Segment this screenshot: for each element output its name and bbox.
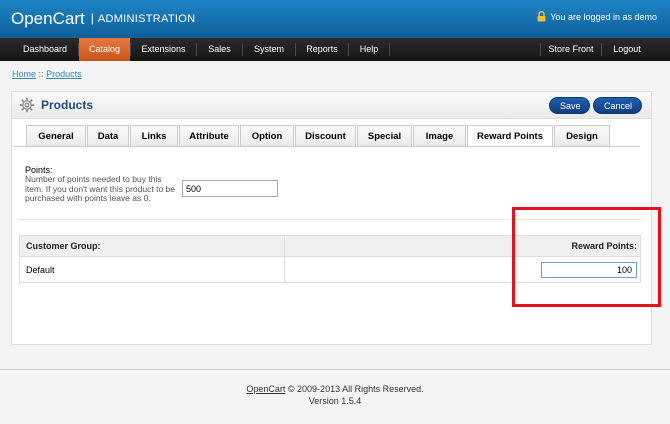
points-input[interactable] — [182, 180, 278, 197]
breadcrumb: Home :: Products — [12, 69, 82, 79]
tab-attribute[interactable]: Attribute — [179, 125, 239, 146]
menu-item-reports[interactable]: Reports — [296, 38, 348, 61]
menu-item-store-front[interactable]: Store Front — [541, 38, 601, 61]
menu-item-dashboard[interactable]: Dashboard — [10, 38, 80, 61]
gear-icon — [19, 97, 35, 113]
tab-special[interactable]: Special — [357, 125, 412, 146]
points-help-text: Number of points needed to buy this item… — [25, 174, 175, 203]
box-heading: Products Save Cancel — [12, 92, 651, 119]
tab-baseline — [14, 146, 640, 147]
footer-divider — [0, 369, 670, 370]
login-text: You are logged in as demo — [550, 11, 657, 22]
breadcrumb-home-link[interactable]: Home — [12, 69, 36, 79]
tab-design[interactable]: Design — [554, 125, 610, 146]
menu-item-help[interactable]: Help — [349, 38, 389, 61]
logo-separator: | — [90, 11, 94, 25]
customer-group-header: Customer Group: — [26, 241, 101, 251]
tab-option[interactable]: Option — [240, 125, 294, 146]
customer-group-cell: Default — [26, 265, 55, 275]
footer-copyright: © 2009-2013 All Rights Reserved. — [285, 384, 424, 394]
lock-icon — [537, 11, 546, 22]
breadcrumb-separator: :: — [38, 69, 44, 79]
save-button[interactable]: Save — [549, 97, 590, 114]
admin-label: ADMINISTRATION — [97, 13, 196, 25]
menu-item-sales[interactable]: Sales — [197, 38, 242, 61]
menu-item-system[interactable]: System — [243, 38, 295, 61]
tab-links[interactable]: Links — [130, 125, 178, 146]
column-divider — [284, 236, 285, 282]
tab-data[interactable]: Data — [87, 125, 129, 146]
menu-item-extensions[interactable]: Extensions — [131, 38, 196, 61]
highlight-box — [512, 207, 661, 307]
tab-reward-points[interactable]: Reward Points — [467, 125, 553, 147]
footer-version: Version 1.5.4 — [308, 396, 362, 406]
tab-discount[interactable]: Discount — [295, 125, 356, 146]
footer-copyright-line: OpenCart © 2009-2013 All Rights Reserved… — [0, 383, 670, 395]
logo-text: OpenCart — [11, 9, 85, 28]
tab-general[interactable]: General — [26, 125, 86, 146]
footer: OpenCart © 2009-2013 All Rights Reserved… — [0, 383, 670, 407]
tab-image[interactable]: Image — [413, 125, 466, 146]
menu-divider — [389, 43, 390, 56]
menu-item-logout[interactable]: Logout — [602, 38, 652, 61]
menu-item-catalog[interactable]: Catalog — [79, 38, 130, 61]
main-menu: Dashboard Catalog Extensions Sales Syste… — [0, 38, 670, 61]
footer-opencart-link[interactable]: OpenCart — [246, 384, 285, 394]
breadcrumb-products-link[interactable]: Products — [46, 69, 82, 79]
cancel-button[interactable]: Cancel — [593, 97, 642, 114]
logo[interactable]: OpenCart | ADMINISTRATION — [11, 9, 195, 29]
login-status: You are logged in as demo — [537, 11, 657, 22]
top-header: OpenCart | ADMINISTRATION You are logged i… — [0, 0, 670, 38]
page-title: Products — [41, 98, 94, 112]
